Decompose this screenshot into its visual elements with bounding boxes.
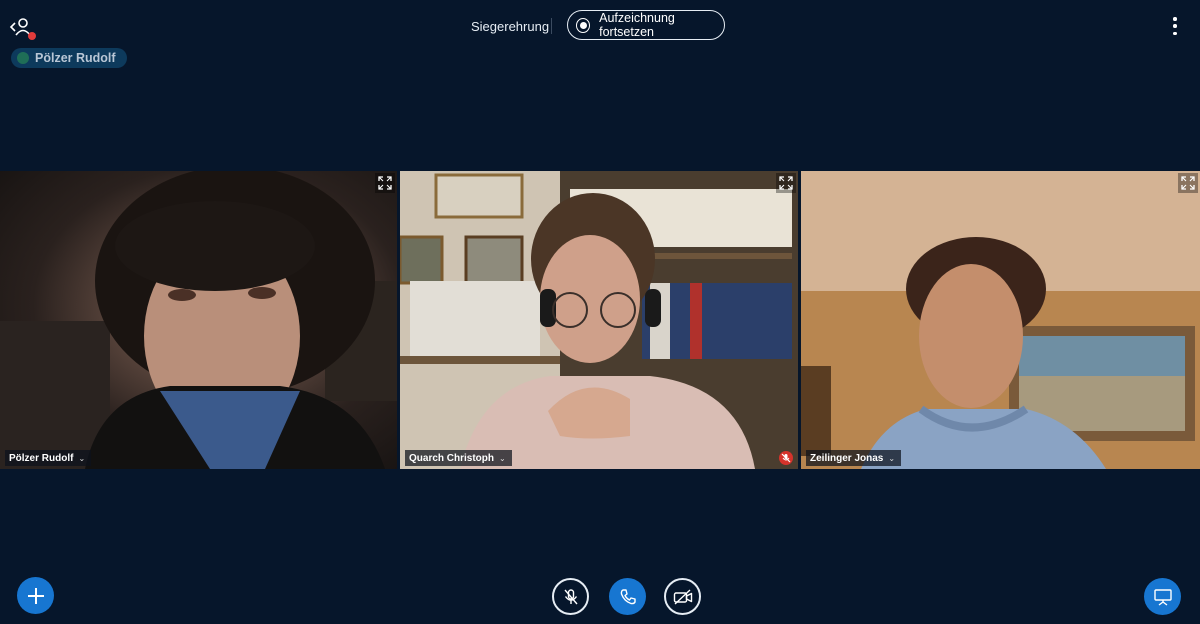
participant-name: Quarch Christoph [409,452,495,464]
call-header: Siegerehrung Aufzeichnung fortsetzen [0,10,1200,42]
plus-icon [27,587,44,604]
share-screen-icon [1153,588,1172,606]
expand-icon [378,176,392,190]
resume-recording-button[interactable]: Aufzeichnung fortsetzen [567,10,725,40]
presence-status-dot [17,52,29,64]
expand-icon [1181,176,1195,190]
end-call-button[interactable] [609,578,646,615]
presence-name: Pölzer Rudolf [35,51,116,65]
phone-icon [620,588,636,604]
camera-off-icon [673,588,692,605]
chevron-down-icon: ⌄ [499,453,506,463]
fullscreen-button[interactable] [375,173,395,193]
more-dot [1173,31,1177,35]
notification-dot [28,32,36,40]
video-tile-3[interactable]: Zeilinger Jonas ⌄ [801,171,1200,469]
mute-microphone-button[interactable] [552,578,589,615]
resume-recording-label: Aufzeichnung fortsetzen [599,11,675,39]
participant-name-tag[interactable]: Zeilinger Jonas ⌄ [806,450,902,466]
fullscreen-button[interactable] [776,173,796,193]
chevron-down-icon: ⌄ [888,453,896,463]
expand-icon [779,176,793,190]
presence-pill[interactable]: Pölzer Rudolf [11,48,127,68]
participant-video [801,171,1200,469]
participants-back-button[interactable] [8,14,38,40]
video-tile-2[interactable]: Quarch Christoph ⌄ [400,171,798,469]
participant-video [400,171,798,469]
more-options-button[interactable] [1168,17,1182,35]
video-tile-1[interactable]: Pölzer Rudolf ⌄ [0,171,397,469]
muted-badge [779,451,793,465]
participant-name: Pölzer Rudolf [9,452,74,464]
participant-video [0,171,397,469]
add-participant-button[interactable] [17,577,54,614]
mic-muted-icon [781,453,791,463]
participant-name-tag[interactable]: Pölzer Rudolf ⌄ [5,450,92,466]
more-dot [1173,24,1177,28]
more-dot [1173,17,1177,21]
chevron-down-icon: ⌄ [78,453,86,463]
mic-muted-icon [563,588,578,604]
share-screen-button[interactable] [1144,578,1181,615]
record-icon [576,17,591,33]
call-title: Siegerehrung [471,19,550,34]
fullscreen-button[interactable] [1178,173,1198,193]
participant-name: Zeilinger Jonas [810,452,884,464]
toggle-camera-button[interactable] [664,578,701,615]
participant-name-tag[interactable]: Quarch Christoph ⌄ [405,450,512,466]
title-divider [551,18,552,34]
